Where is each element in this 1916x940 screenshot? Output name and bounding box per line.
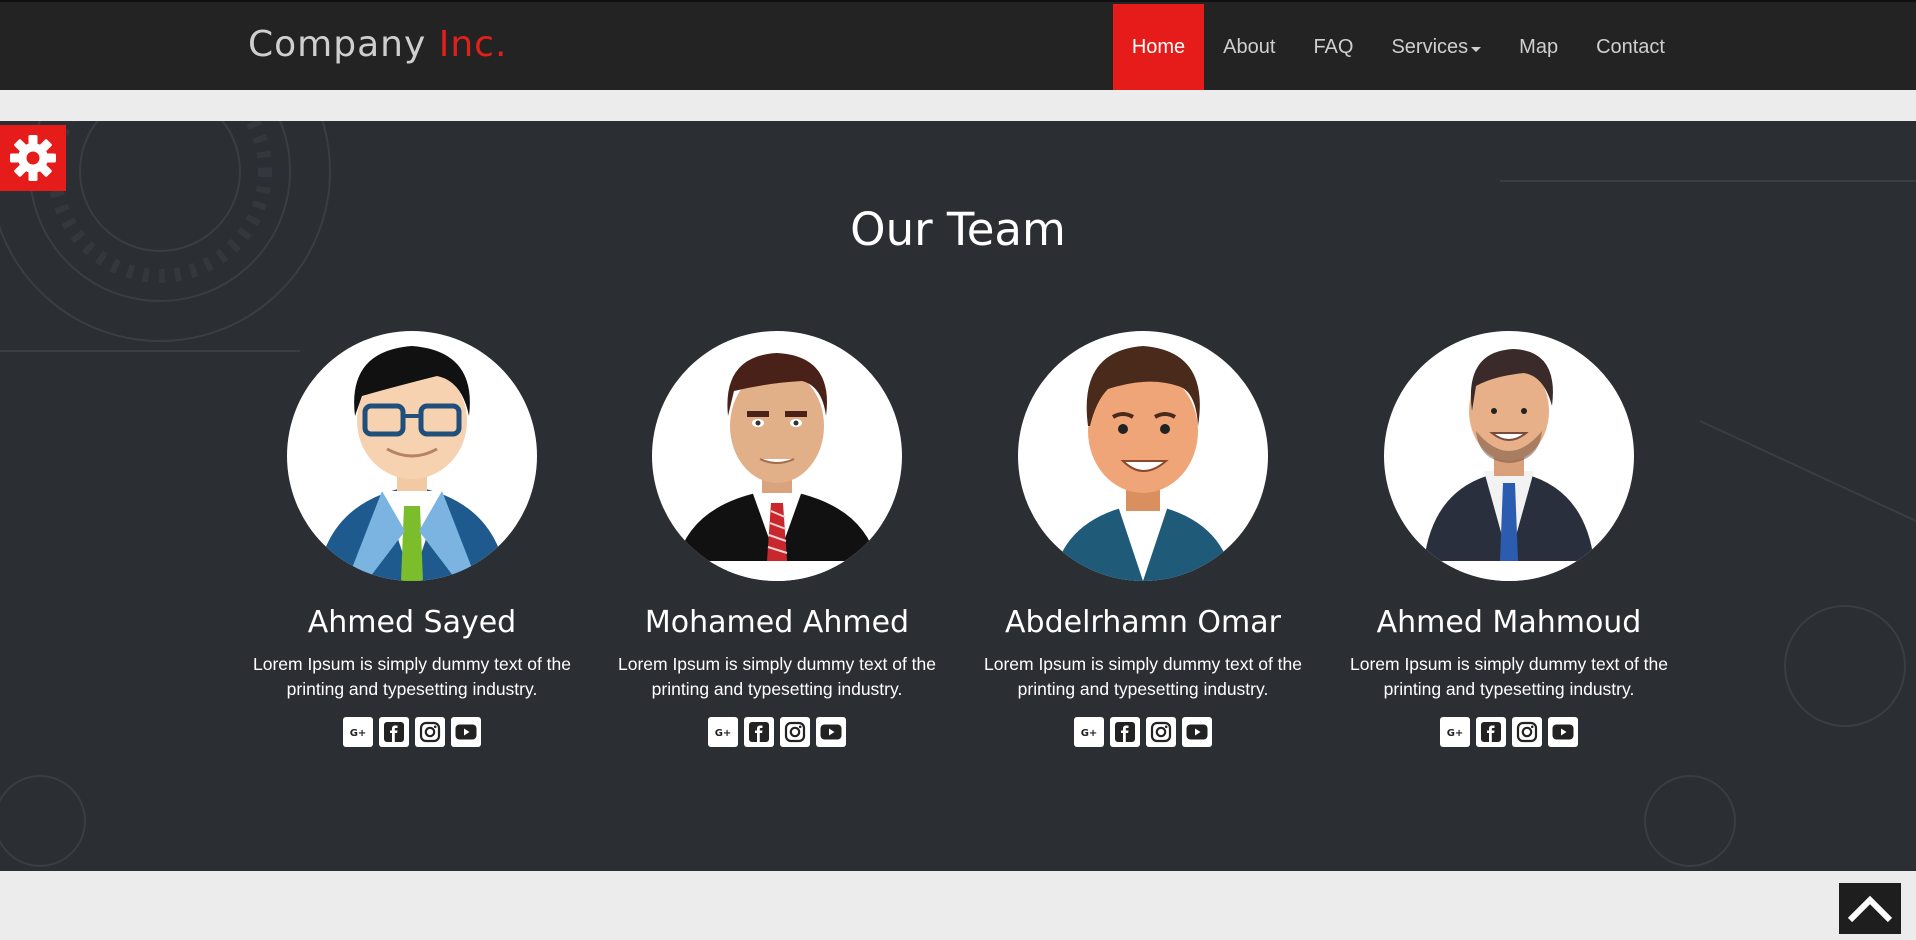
member-name: Ahmed Mahmoud xyxy=(1376,605,1642,640)
member-name: Abdelrhamn Omar xyxy=(1005,605,1281,640)
team-member-card: Ahmed Sayed Lorem Ipsum is simply dummy … xyxy=(242,331,582,747)
social-links: G+ xyxy=(973,717,1313,747)
instagram-icon[interactable] xyxy=(1512,717,1542,747)
facebook-icon[interactable] xyxy=(1110,717,1140,747)
nav-item-home[interactable]: Home xyxy=(1112,4,1205,90)
member-description: Lorem Ipsum is simply dummy text of the … xyxy=(617,654,937,699)
avatar xyxy=(1384,331,1634,581)
instagram-icon[interactable] xyxy=(780,717,810,747)
social-links: G+ xyxy=(1339,717,1679,747)
brand-accent: Inc. xyxy=(438,24,508,65)
google-plus-icon[interactable]: G+ xyxy=(1440,717,1470,747)
brand-logo[interactable]: Company Inc. xyxy=(248,24,507,65)
nav-label: FAQ xyxy=(1313,35,1354,58)
nav-item-services[interactable]: Services xyxy=(1372,4,1500,90)
chevron-up-icon xyxy=(1847,895,1893,922)
member-description: Lorem Ipsum is simply dummy text of the … xyxy=(983,654,1303,699)
nav-label: Home xyxy=(1131,35,1186,58)
nav-item-map[interactable]: Map xyxy=(1500,4,1577,90)
team-member-card: Mohamed Ahmed Lorem Ipsum is simply dumm… xyxy=(607,331,947,747)
avatar-illustration xyxy=(652,353,902,581)
svg-text:G+: G+ xyxy=(715,728,732,739)
nav-label: Map xyxy=(1519,35,1559,58)
svg-text:G+: G+ xyxy=(1447,728,1464,739)
brand-name: Company xyxy=(248,24,427,65)
facebook-icon[interactable] xyxy=(379,717,409,747)
svg-text:G+: G+ xyxy=(350,728,367,739)
google-plus-icon[interactable]: G+ xyxy=(343,717,373,747)
avatar xyxy=(652,331,902,581)
member-description: Lorem Ipsum is simply dummy text of the … xyxy=(1349,654,1669,699)
youtube-icon[interactable] xyxy=(816,717,846,747)
avatar xyxy=(287,331,537,581)
avatar-illustration xyxy=(317,346,507,581)
nav-label: About xyxy=(1223,35,1276,58)
member-description: Lorem Ipsum is simply dummy text of the … xyxy=(252,654,572,699)
nav-item-faq[interactable]: FAQ xyxy=(1294,4,1372,90)
social-links: G+ xyxy=(607,717,947,747)
settings-toggle-button[interactable] xyxy=(0,125,66,191)
social-links: G+ xyxy=(242,717,582,747)
nav-item-about[interactable]: About xyxy=(1204,4,1294,90)
caret-down-icon xyxy=(1471,46,1482,52)
youtube-icon[interactable] xyxy=(1548,717,1578,747)
member-name: Mohamed Ahmed xyxy=(644,605,910,640)
member-name: Ahmed Sayed xyxy=(307,605,517,640)
google-plus-icon[interactable]: G+ xyxy=(1074,717,1104,747)
instagram-icon[interactable] xyxy=(1146,717,1176,747)
facebook-icon[interactable] xyxy=(1476,717,1506,747)
google-plus-icon[interactable]: G+ xyxy=(708,717,738,747)
nav-label: Contact xyxy=(1596,35,1665,58)
section-title: Our Team xyxy=(850,203,1066,256)
scroll-to-top-button[interactable] xyxy=(1839,883,1901,934)
nav-label: Services xyxy=(1391,35,1469,58)
navbar: Company Inc. Home About FAQ Services Map… xyxy=(0,0,1916,90)
youtube-icon[interactable] xyxy=(1182,717,1212,747)
gear-icon xyxy=(10,135,56,181)
team-section: Our Team Ahmed Sayed Lorem Ipsum is simp… xyxy=(0,121,1916,871)
instagram-icon[interactable] xyxy=(415,717,445,747)
avatar-illustration xyxy=(1384,349,1634,581)
team-member-card: Ahmed Mahmoud Lorem Ipsum is simply dumm… xyxy=(1339,331,1679,747)
avatar xyxy=(1018,331,1268,581)
avatar-illustration xyxy=(1053,346,1233,581)
team-member-card: Abdelrhamn Omar Lorem Ipsum is simply du… xyxy=(973,331,1313,747)
youtube-icon[interactable] xyxy=(451,717,481,747)
svg-text:G+: G+ xyxy=(1081,728,1098,739)
main-nav: Home About FAQ Services Map Contact xyxy=(1112,4,1684,90)
facebook-icon[interactable] xyxy=(744,717,774,747)
nav-item-contact[interactable]: Contact xyxy=(1577,4,1684,90)
